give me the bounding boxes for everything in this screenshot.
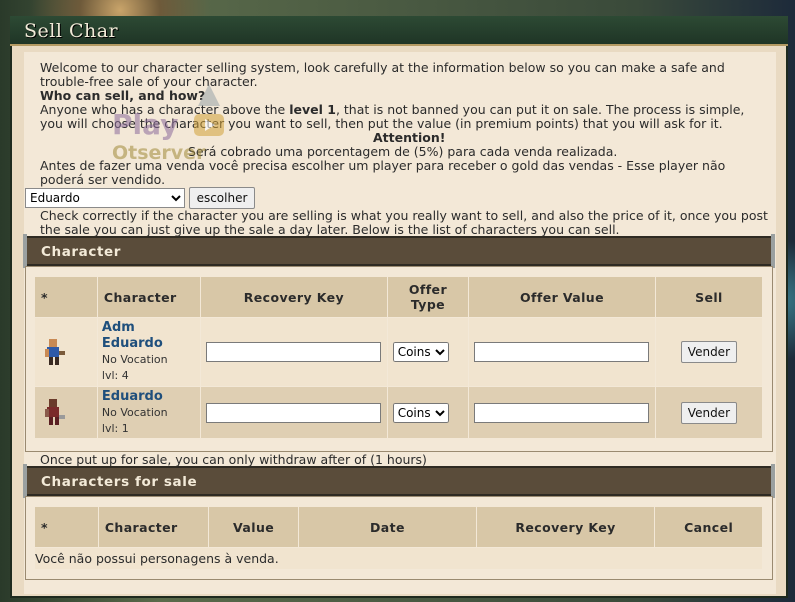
col-character: Character: [96, 276, 202, 318]
sell-button[interactable]: Vender: [680, 341, 737, 363]
sell-cell: Vender: [654, 317, 764, 387]
attention-heading: Attention!: [373, 130, 446, 145]
offer-type-select[interactable]: Coins: [392, 342, 449, 362]
col-date: Date: [298, 506, 477, 548]
col-offer-value: Offer Value: [468, 276, 656, 318]
col-star: *: [34, 506, 99, 548]
character-info-cell: Eduardo No Vocation lvl: 1: [96, 386, 202, 439]
check-line-1: Check correctly if the character you are…: [40, 208, 768, 223]
character-name-part1: Adm: [101, 320, 135, 335]
offer-value-cell: [468, 386, 656, 439]
col-offer-type-line1: Offer: [408, 282, 448, 297]
watermark-play: Play: [112, 108, 179, 141]
recovery-key-cell: [200, 317, 388, 387]
character-level: lvl: 4: [101, 369, 129, 382]
watermark-otserver: Otserver: [112, 142, 206, 164]
character-info-cell: Adm Eduardo No Vocation lvl: 4: [96, 317, 202, 387]
recovery-key-cell: [200, 386, 388, 439]
withdraw-note: Once put up for sale, you can only withd…: [40, 452, 427, 467]
character-name-link[interactable]: Adm Eduardo: [102, 320, 200, 352]
offer-value-cell: [468, 317, 656, 387]
window-title-bar: Sell Char: [10, 16, 788, 46]
choose-receiver-button[interactable]: escolher: [189, 187, 255, 209]
character-section-title: Character: [41, 244, 122, 260]
col-value: Value: [208, 506, 300, 548]
receiver-player-select[interactable]: Eduardo: [25, 188, 185, 208]
offer-value-input[interactable]: [474, 402, 650, 423]
table-row: Adm Eduardo No Vocation lvl: 4 Coins Vend…: [34, 317, 764, 387]
character-table: * Character Recovery Key Offer Type Offer…: [34, 276, 764, 439]
intro-line-3c: , that is not banned you can put it on s…: [335, 102, 745, 117]
col-recovery-key: Recovery Key: [475, 506, 656, 548]
sale-table: * Character Value Date Recovery Key Canc…: [34, 506, 763, 570]
playotserver-watermark-logo: Play Otserver: [112, 84, 232, 168]
knight-sprite-icon: [45, 338, 65, 365]
character-vocation: No Vocation: [101, 405, 168, 419]
character-name-part2: Eduardo: [101, 336, 163, 351]
col-sell: Sell: [654, 276, 764, 318]
mage-sprite-icon: [45, 399, 65, 425]
col-recovery-key: Recovery Key: [200, 276, 388, 318]
sell-cell: Vender: [654, 386, 764, 439]
intro-line-1: Welcome to our character selling system,…: [40, 60, 725, 75]
col-offer-type-line2: Type: [410, 297, 446, 312]
character-section-header: Character: [23, 234, 775, 268]
check-line-2: the sale you can just give up the sale a…: [40, 222, 620, 237]
character-name-link[interactable]: Eduardo: [102, 389, 200, 405]
sale-section-title: Characters for sale: [41, 474, 198, 490]
wizard-hat-icon: [198, 84, 220, 106]
col-character: Character: [97, 506, 210, 548]
col-offer-type: Offer Type: [386, 276, 470, 318]
recovery-key-input[interactable]: [206, 342, 382, 362]
sale-section-header: Characters for sale: [23, 464, 775, 498]
character-vocation: No Vocation: [101, 353, 168, 366]
character-level: lvl: 1: [101, 421, 129, 435]
table-row: Você não possui personagens à venda.: [34, 547, 763, 570]
col-star: *: [34, 276, 98, 318]
character-sprite-cell: [34, 386, 98, 439]
offer-type-cell: Coins: [386, 317, 470, 387]
recovery-key-input[interactable]: [206, 402, 382, 423]
play-button-icon: [194, 114, 224, 136]
window-title: Sell Char: [24, 20, 119, 42]
character-sprite-cell: [34, 317, 98, 387]
sell-button[interactable]: Vender: [680, 401, 737, 424]
table-row: Eduardo No Vocation lvl: 1 Coins Vender: [34, 386, 764, 439]
offer-type-select[interactable]: Coins: [392, 402, 449, 423]
empty-sales-message: Você não possui personagens à venda.: [34, 547, 763, 570]
receiver-notice-line-2: poderá ser vendido.: [40, 172, 166, 187]
offer-type-cell: Coins: [386, 386, 470, 439]
offer-value-input[interactable]: [474, 342, 650, 362]
fee-notice: Será cobrado uma porcentagem de (5%) par…: [188, 144, 618, 159]
level-highlight: level 1: [289, 102, 336, 117]
col-cancel: Cancel: [654, 506, 763, 548]
